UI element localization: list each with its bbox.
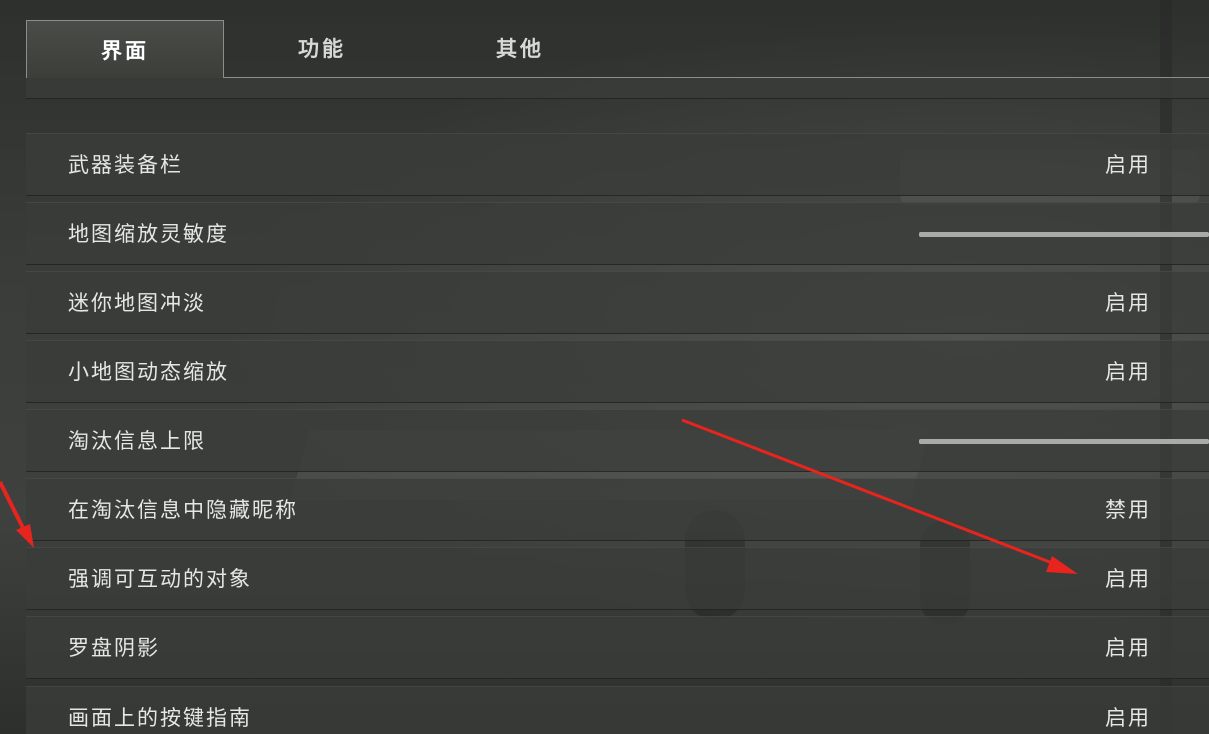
setting-label: 迷你地图冲淡 (68, 291, 206, 315)
slider-fill (919, 232, 1209, 237)
setting-value[interactable]: 默认 (1105, 78, 1151, 100)
settings-list: 准星颜色 默认 武器装备栏 启用 地图缩放灵敏度 迷你地图冲淡 启用 小地图动态… (26, 78, 1209, 734)
kill-feed-limit-slider[interactable] (919, 439, 1209, 444)
setting-row-compass-shadow[interactable]: 罗盘阴影 启用 (26, 616, 1209, 679)
setting-value[interactable]: 启用 (1105, 687, 1151, 734)
setting-value[interactable]: 禁用 (1105, 479, 1151, 542)
setting-label: 在淘汰信息中隐藏昵称 (68, 498, 298, 522)
setting-value[interactable]: 启用 (1105, 548, 1151, 611)
setting-row-hide-nickname-in-kill-feed[interactable]: 在淘汰信息中隐藏昵称 禁用 (26, 478, 1209, 541)
setting-row-crosshair-color[interactable]: 准星颜色 默认 (26, 78, 1209, 99)
setting-row-minimap-dynamic-zoom[interactable]: 小地图动态缩放 启用 (26, 340, 1209, 403)
setting-label: 淘汰信息上限 (68, 429, 206, 453)
setting-row-minimap-fade[interactable]: 迷你地图冲淡 启用 (26, 271, 1209, 334)
setting-row-map-zoom-sensitivity[interactable]: 地图缩放灵敏度 (26, 202, 1209, 265)
setting-label: 准星颜色 (68, 78, 160, 100)
setting-label: 地图缩放灵敏度 (68, 222, 229, 246)
tab-function[interactable]: 功能 (224, 20, 420, 76)
setting-label: 武器装备栏 (68, 153, 183, 177)
setting-row-highlight-interactables[interactable]: 强调可互动的对象 启用 (26, 547, 1209, 610)
setting-label: 强调可互动的对象 (68, 567, 252, 591)
setting-label: 罗盘阴影 (68, 636, 160, 660)
setting-value[interactable]: 启用 (1105, 341, 1151, 404)
zoom-sensitivity-slider[interactable] (919, 232, 1209, 237)
tab-other[interactable]: 其他 (422, 20, 618, 76)
setting-value[interactable]: 启用 (1105, 617, 1151, 680)
slider-fill (919, 439, 1209, 444)
setting-row-weapon-bar[interactable]: 武器装备栏 启用 (26, 133, 1209, 196)
settings-tab-bar: 界面 功能 其他 (26, 20, 1209, 78)
setting-row-onscreen-key-guide[interactable]: 画面上的按键指南 启用 (26, 686, 1209, 734)
setting-value[interactable]: 启用 (1105, 272, 1151, 335)
setting-row-kill-feed-limit[interactable]: 淘汰信息上限 (26, 409, 1209, 472)
setting-value[interactable]: 启用 (1105, 134, 1151, 197)
setting-label: 画面上的按键指南 (68, 706, 252, 730)
setting-label: 小地图动态缩放 (68, 360, 229, 384)
tab-interface[interactable]: 界面 (26, 20, 224, 78)
